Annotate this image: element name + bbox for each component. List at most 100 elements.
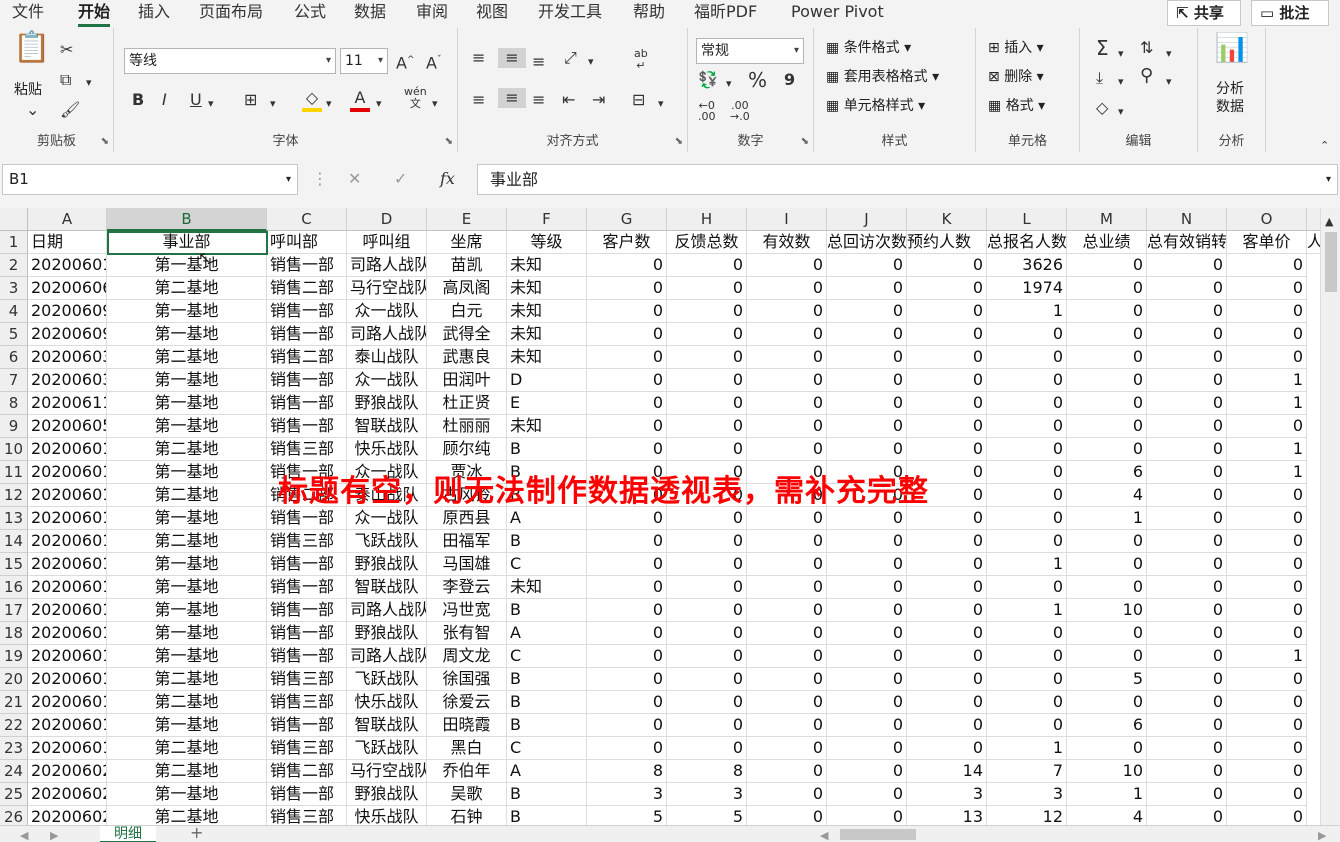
table-cell[interactable]: 0 xyxy=(747,622,827,645)
table-cell[interactable]: B xyxy=(507,806,587,825)
table-cell[interactable]: 销售一部 xyxy=(267,254,347,277)
table-cell[interactable]: 0 xyxy=(827,553,907,576)
row-header[interactable]: 7 xyxy=(0,369,28,392)
table-cell[interactable]: 第一基地 xyxy=(107,415,267,438)
table-cell[interactable]: 0 xyxy=(667,300,747,323)
header-cell[interactable]: 总业绩 xyxy=(1067,231,1147,254)
header-cell[interactable]: 有效数 xyxy=(747,231,827,254)
header-cell[interactable]: 反馈总数 xyxy=(667,231,747,254)
table-cell[interactable]: 0 xyxy=(1147,346,1227,369)
delete-cells-button[interactable]: ⊠ 删除 ▾ xyxy=(988,67,1044,87)
row-header[interactable]: 25 xyxy=(0,783,28,806)
table-cell[interactable]: 7 xyxy=(987,760,1067,783)
table-cell[interactable]: 0 xyxy=(1067,438,1147,461)
sort-filter-icon[interactable]: ⇅ xyxy=(1140,38,1153,58)
header-cell[interactable]: 呼叫部 xyxy=(267,231,347,254)
table-cell[interactable]: 0 xyxy=(667,392,747,415)
font-color-icon[interactable]: A xyxy=(350,88,370,112)
tab-2[interactable]: 插入 xyxy=(138,1,170,23)
row-header[interactable]: 20 xyxy=(0,668,28,691)
chevron-down-icon[interactable]: ▾ xyxy=(1118,102,1124,122)
table-cell[interactable]: 田晓霞 xyxy=(427,714,507,737)
table-cell[interactable]: 0 xyxy=(667,622,747,645)
table-cell[interactable]: 0 xyxy=(667,346,747,369)
table-cell[interactable]: 顾尔纯 xyxy=(427,438,507,461)
table-cell[interactable]: B xyxy=(507,691,587,714)
decrease-font-icon[interactable]: Aˇ xyxy=(426,50,441,73)
table-cell[interactable]: 司路人战队 xyxy=(347,645,427,668)
table-cell[interactable]: 田福军 xyxy=(427,530,507,553)
table-cell[interactable]: 司路人战队 xyxy=(347,599,427,622)
table-cell[interactable]: 未知 xyxy=(507,323,587,346)
table-cell[interactable]: 0 xyxy=(827,415,907,438)
table-cell[interactable]: 第二基地 xyxy=(107,760,267,783)
chevron-down-icon[interactable]: ▾ xyxy=(726,74,732,94)
table-cell[interactable]: 第一基地 xyxy=(107,783,267,806)
column-header-M[interactable]: M xyxy=(1067,208,1147,231)
table-cell[interactable]: 未知 xyxy=(507,300,587,323)
font-size-select[interactable]: 11 ▾ xyxy=(340,48,388,74)
table-cell[interactable]: 销售一部 xyxy=(267,507,347,530)
table-cell[interactable]: 0 xyxy=(587,691,667,714)
table-cell[interactable]: 0 xyxy=(587,323,667,346)
table-cell[interactable]: 未知 xyxy=(507,277,587,300)
table-cell[interactable]: B xyxy=(507,668,587,691)
insert-function-button[interactable]: fx xyxy=(440,169,455,189)
table-cell[interactable]: 0 xyxy=(1147,783,1227,806)
table-cell[interactable]: 0 xyxy=(667,415,747,438)
decrease-decimal-icon[interactable]: .00 →.0 xyxy=(730,100,750,122)
table-cell[interactable]: 销售一部 xyxy=(267,599,347,622)
table-cell[interactable]: 0 xyxy=(1067,369,1147,392)
table-cell[interactable]: 飞跃战队 xyxy=(347,530,427,553)
column-header-H[interactable]: H xyxy=(667,208,747,231)
tab-10[interactable]: 福昕PDF xyxy=(694,1,757,23)
table-cell[interactable]: 第二基地 xyxy=(107,737,267,760)
analyze-data-button[interactable]: 分析 数据 xyxy=(1216,80,1244,116)
table-cell[interactable]: 销售三部 xyxy=(267,668,347,691)
table-cell[interactable]: 泰山战队 xyxy=(347,346,427,369)
table-cell[interactable]: 第一基地 xyxy=(107,714,267,737)
table-cell[interactable]: 20200601 xyxy=(28,737,107,760)
table-cell[interactable]: 野狼战队 xyxy=(347,622,427,645)
table-cell[interactable]: 第二基地 xyxy=(107,277,267,300)
horizontal-scroll-thumb[interactable] xyxy=(840,829,916,840)
table-cell[interactable]: 0 xyxy=(1147,392,1227,415)
table-cell[interactable]: 0 xyxy=(667,668,747,691)
table-cell[interactable]: 0 xyxy=(987,576,1067,599)
table-cell[interactable]: B xyxy=(507,714,587,737)
table-cell[interactable]: 0 xyxy=(1067,254,1147,277)
table-cell[interactable]: 3626 xyxy=(987,254,1067,277)
table-cell[interactable]: 0 xyxy=(907,576,987,599)
table-cell[interactable]: 0 xyxy=(667,691,747,714)
table-cell[interactable]: 1 xyxy=(987,737,1067,760)
table-cell[interactable]: 0 xyxy=(747,323,827,346)
table-cell[interactable]: 0 xyxy=(587,346,667,369)
table-cell[interactable]: 0 xyxy=(1147,806,1227,825)
increase-font-icon[interactable]: A^ xyxy=(396,50,415,73)
table-cell[interactable]: 20200601 xyxy=(28,461,107,484)
table-cell[interactable]: 众一战队 xyxy=(347,507,427,530)
align-middle-icon[interactable]: ≡ xyxy=(498,48,526,68)
table-cell[interactable]: 0 xyxy=(987,507,1067,530)
table-cell[interactable]: 销售三部 xyxy=(267,691,347,714)
chevron-down-icon[interactable]: ⌄ xyxy=(26,100,39,120)
row-header[interactable]: 10 xyxy=(0,438,28,461)
table-cell[interactable]: 0 xyxy=(587,737,667,760)
table-cell[interactable]: 5 xyxy=(587,806,667,825)
row-header[interactable]: 2 xyxy=(0,254,28,277)
table-cell[interactable]: 0 xyxy=(1227,599,1307,622)
dialog-launcher-icon[interactable]: ⬊ xyxy=(801,136,809,147)
tab-8[interactable]: 开发工具 xyxy=(538,1,602,23)
table-cell[interactable]: 0 xyxy=(1147,530,1227,553)
table-cell[interactable]: 20200601 xyxy=(28,714,107,737)
table-cell[interactable]: 0 xyxy=(907,300,987,323)
table-cell[interactable]: 20200601 xyxy=(28,553,107,576)
table-cell[interactable]: 4 xyxy=(1067,484,1147,507)
table-cell[interactable]: 0 xyxy=(747,369,827,392)
table-cell[interactable]: 第一基地 xyxy=(107,645,267,668)
align-bottom-icon[interactable]: ≡ xyxy=(532,52,545,72)
table-cell[interactable]: 0 xyxy=(1147,553,1227,576)
table-cell[interactable]: 第二基地 xyxy=(107,806,267,825)
table-cell[interactable]: 0 xyxy=(747,576,827,599)
table-cell[interactable]: 0 xyxy=(827,300,907,323)
